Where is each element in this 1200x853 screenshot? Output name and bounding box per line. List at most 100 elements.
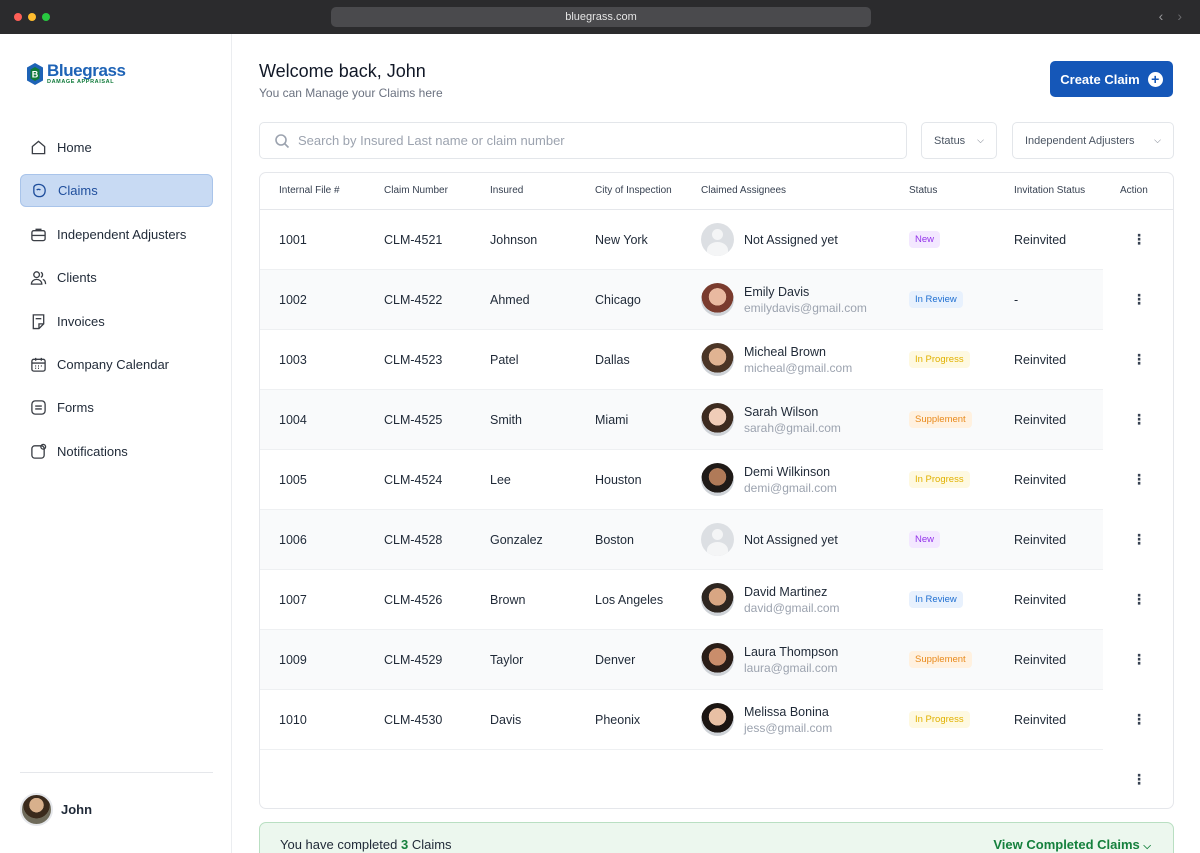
more-actions-icon[interactable]: ⋮ — [1132, 409, 1146, 429]
completed-claims-banner: You have completed 3 Claims View Complet… — [259, 822, 1174, 853]
table-row[interactable]: 1003 CLM-4523 Patel Dallas Micheal Brown… — [260, 330, 1146, 390]
sidebar-item-independent-adjusters[interactable]: Independent Adjusters — [20, 218, 213, 251]
more-actions-icon[interactable]: ⋮ — [1132, 649, 1146, 669]
assignee-name: Emily Davis — [744, 284, 810, 299]
completed-claims-text: You have completed 3 Claims — [280, 837, 452, 852]
cell-insured: Smith — [490, 413, 522, 427]
create-claim-button[interactable]: Create Claim + — [1050, 61, 1173, 97]
back-arrow-icon[interactable]: ‹ — [1159, 8, 1164, 24]
assignee-avatar — [701, 463, 734, 496]
status-filter-dropdown[interactable]: Status ⌵ — [921, 122, 997, 159]
forward-arrow-icon[interactable]: › — [1177, 8, 1182, 24]
status-badge: In Review — [909, 291, 963, 308]
cell-file-number: 1001 — [279, 233, 307, 247]
brand-logo[interactable]: B Bluegrass DAMAGE APPRAISAL — [26, 62, 126, 86]
assignee-avatar — [701, 283, 734, 316]
assignee-name: Melissa Bonina — [744, 704, 829, 719]
table-row[interactable]: 1010 CLM-4530 Davis Pheonix Melissa Boni… — [260, 690, 1146, 750]
user-profile[interactable]: John — [20, 793, 92, 826]
adjusters-filter-label: Independent Adjusters — [1025, 134, 1135, 147]
cell-city: Miami — [595, 413, 629, 427]
close-window-button[interactable] — [14, 13, 22, 21]
search-bar[interactable] — [259, 122, 907, 159]
sidebar-item-invoices[interactable]: Invoices — [20, 305, 213, 338]
status-badge: Supplement — [909, 411, 972, 428]
status-badge: In Review — [909, 591, 963, 608]
sidebar-item-label: Clients — [57, 270, 97, 286]
assignee-email: david@gmail.com — [744, 600, 840, 615]
browser-chrome: bluegrass.com ‹ › — [0, 0, 1200, 34]
claims-icon — [31, 182, 48, 199]
column-header-insured[interactable]: Insured — [490, 185, 523, 196]
sidebar-item-label: Notifications — [57, 443, 128, 459]
cell-claim-number: CLM-4530 — [384, 713, 443, 727]
assignee-avatar — [701, 343, 734, 376]
assignee-name: Laura Thompson — [744, 644, 839, 659]
column-header-claim-number[interactable]: Claim Number — [384, 185, 448, 196]
cell-assignee: Melissa Bonina jess@gmail.com — [701, 703, 832, 736]
column-header-file[interactable]: Internal File # — [279, 185, 340, 196]
completed-count: 3 — [400, 837, 409, 852]
status-badge: In Progress — [909, 711, 970, 728]
table-row[interactable]: 1006 CLM-4528 Gonzalez Boston Not Assign… — [260, 510, 1146, 570]
sidebar-nav: Home Claims Independent Adjusters Client… — [20, 131, 213, 478]
sidebar-item-notifications[interactable]: Notifications — [20, 435, 213, 468]
sidebar-item-company-calendar[interactable]: Company Calendar — [20, 348, 213, 381]
briefcase-icon — [30, 226, 47, 243]
minimize-window-button[interactable] — [28, 13, 36, 21]
more-actions-icon[interactable]: ⋮ — [1132, 529, 1146, 549]
page-title: Welcome back, John — [259, 61, 426, 81]
clients-icon — [30, 269, 47, 286]
more-actions-icon[interactable]: ⋮ — [1132, 589, 1146, 609]
more-actions-icon[interactable]: ⋮ — [1132, 769, 1146, 789]
table-row[interactable]: 1005 CLM-4524 Lee Houston Demi Wilkinson… — [260, 450, 1146, 510]
page-subtitle: You can Manage your Claims here — [259, 86, 443, 100]
more-actions-icon[interactable]: ⋮ — [1132, 289, 1146, 309]
sidebar-item-clients[interactable]: Clients — [20, 261, 213, 294]
address-bar[interactable]: bluegrass.com — [331, 7, 871, 27]
status-badge: New — [909, 231, 941, 248]
search-input[interactable] — [298, 133, 888, 148]
view-completed-claims-link[interactable]: View Completed Claims ⌵ — [993, 837, 1151, 852]
column-header-action: Action — [1120, 185, 1148, 196]
assignee-name: Micheal Brown — [744, 344, 826, 359]
chevron-down-icon: ⌵ — [977, 135, 984, 145]
column-header-status[interactable]: Status — [909, 185, 937, 196]
more-actions-icon[interactable]: ⋮ — [1132, 349, 1146, 369]
sidebar-item-label: Company Calendar — [57, 356, 170, 372]
cell-assignee: Not Assigned yet — [701, 223, 838, 256]
cell-invitation-status: Reinvited — [1014, 233, 1067, 247]
column-header-invitation-status[interactable]: Invitation Status — [1014, 185, 1085, 196]
table-row[interactable]: 1004 CLM-4525 Smith Miami Sarah Wilson s… — [260, 390, 1146, 450]
cell-claim-number: CLM-4528 — [384, 533, 443, 547]
column-header-city[interactable]: City of Inspection — [595, 185, 672, 196]
maximize-window-button[interactable] — [42, 13, 50, 21]
cell-assignee: David Martinez david@gmail.com — [701, 583, 840, 616]
more-actions-icon[interactable]: ⋮ — [1132, 709, 1146, 729]
status-badge: In Progress — [909, 471, 970, 488]
sidebar-item-claims[interactable]: Claims — [20, 174, 213, 208]
cell-city: New York — [595, 233, 648, 247]
sidebar-item-home[interactable]: Home — [20, 131, 213, 164]
table-row[interactable]: 1007 CLM-4526 Brown Los Angeles David Ma… — [260, 570, 1146, 630]
cell-claim-number: CLM-4525 — [384, 413, 443, 427]
cell-insured: Lee — [490, 473, 511, 487]
table-row[interactable]: 1009 CLM-4529 Taylor Denver Laura Thomps… — [260, 630, 1146, 690]
adjusters-filter-dropdown[interactable]: Independent Adjusters ⌵ — [1012, 122, 1174, 159]
more-actions-icon[interactable]: ⋮ — [1132, 469, 1146, 489]
table-row[interactable]: 1002 CLM-4522 Ahmed Chicago Emily Davis … — [260, 270, 1146, 330]
cell-city: Dallas — [595, 353, 630, 367]
browser-nav: ‹ › — [1159, 8, 1182, 24]
cell-file-number: 1005 — [279, 473, 307, 487]
assignee-name: Sarah Wilson — [744, 404, 819, 419]
assignee-email: emilydavis@gmail.com — [744, 300, 867, 315]
assignee-email: micheal@gmail.com — [744, 360, 853, 375]
table-row[interactable]: 1001 CLM-4521 Johnson New York Not Assig… — [260, 210, 1146, 270]
assignee-name: Not Assigned yet — [744, 532, 838, 547]
table-row: ⋮ — [260, 750, 1173, 808]
more-actions-icon[interactable]: ⋮ — [1132, 229, 1146, 249]
cell-assignee: Emily Davis emilydavis@gmail.com — [701, 283, 867, 316]
column-header-assignees[interactable]: Claimed Assignees — [701, 185, 786, 196]
sidebar-item-forms[interactable]: Forms — [20, 391, 213, 424]
status-badge: In Progress — [909, 351, 970, 368]
